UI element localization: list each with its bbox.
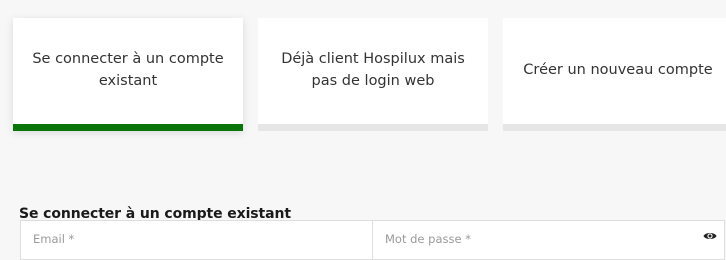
eye-icon[interactable] [703,231,717,241]
tab-indicator [258,124,488,131]
tab-indicator [503,124,726,131]
tab-login-existing[interactable]: Se connecter à un compte existant [13,18,243,131]
password-field-wrapper [372,221,724,259]
tab-existing-client-no-login[interactable]: Déjà client Hospilux mais pas de login w… [258,18,488,131]
email-field-wrapper [21,221,372,259]
password-field[interactable] [373,222,724,256]
login-form [20,220,725,260]
tab-label: Se connecter à un compte existant [32,50,224,89]
account-tabs: Se connecter à un compte existant Déjà c… [0,0,726,140]
tab-active-indicator [13,124,243,131]
tab-label: Déjà client Hospilux mais pas de login w… [281,50,465,89]
tab-create-account[interactable]: Créer un nouveau compte [503,18,726,131]
email-field[interactable] [21,222,372,256]
tab-label: Créer un nouveau compte [523,61,713,78]
